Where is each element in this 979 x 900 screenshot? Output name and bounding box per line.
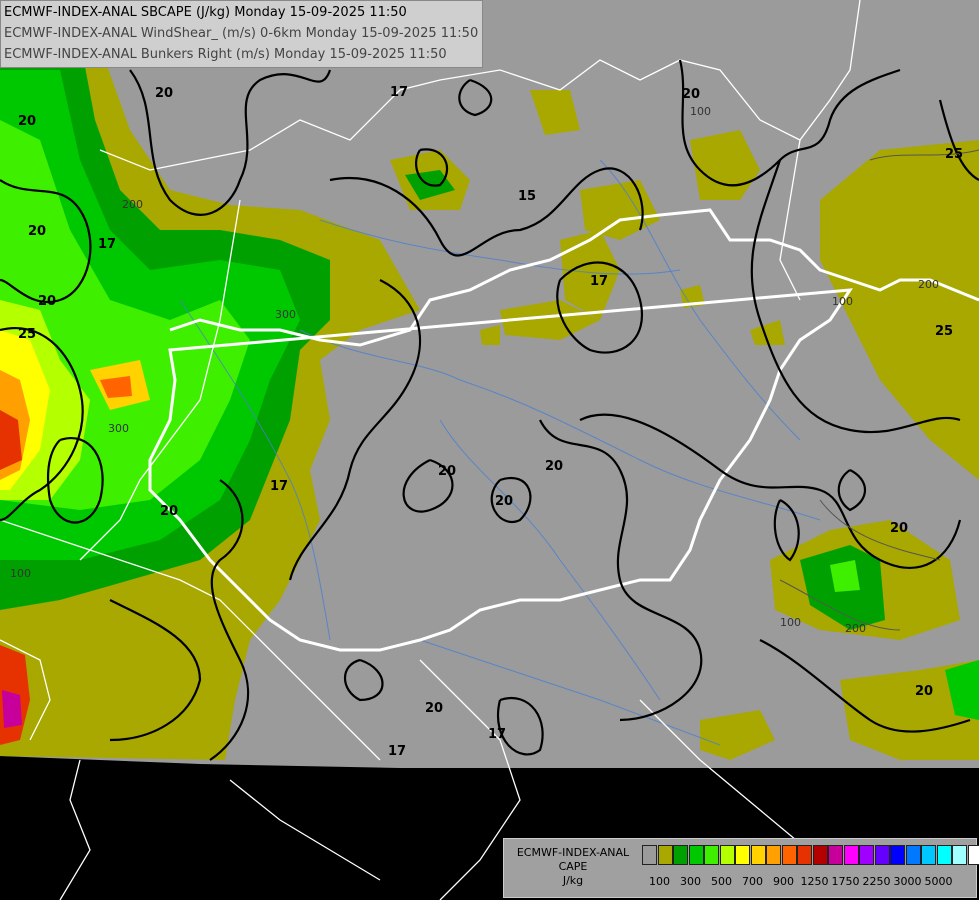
cape-legend: ECMWF-INDEX-ANAL CAPE J/kg 100 300 500 700 9…: [503, 838, 979, 898]
contour-label: 200: [845, 622, 866, 635]
contour-label: 100: [10, 567, 31, 580]
legend-label: 700: [742, 875, 763, 888]
legend-swatch: [704, 845, 719, 865]
legend-swatch: [921, 845, 936, 865]
legend-swatch: [781, 845, 797, 865]
legend-label: 3000: [893, 875, 922, 888]
legend-label: 1250: [800, 875, 829, 888]
legend-swatch: [812, 845, 828, 865]
legend-label: 1750: [831, 875, 860, 888]
contour-label: 100: [780, 616, 801, 629]
contour-label: 20: [160, 504, 178, 519]
contour-label: 20: [915, 684, 933, 699]
legend-label: 100: [649, 875, 670, 888]
contour-label: 20: [18, 114, 36, 129]
legend-swatch: [642, 845, 657, 865]
contour-label: 17: [270, 479, 288, 494]
legend-swatch: [828, 845, 843, 865]
header-line-sbcape: ECMWF-INDEX-ANAL SBCAPE (J/kg) Monday 15…: [4, 5, 407, 20]
legend-title-model: ECMWF-INDEX-ANAL: [516, 846, 630, 859]
contour-label: 17: [98, 237, 116, 252]
legend-label: 5000: [924, 875, 953, 888]
map-header: ECMWF-INDEX-ANAL SBCAPE (J/kg) Monday 15…: [0, 0, 484, 68]
legend-swatch: [750, 845, 766, 865]
legend-swatch: [952, 845, 967, 865]
legend-swatch: [905, 845, 921, 865]
contour-label: 25: [18, 327, 36, 342]
contour-label: 20: [425, 701, 443, 716]
legend-swatch: [766, 845, 781, 865]
contour-label: 100: [832, 295, 853, 308]
contour-label: 17: [388, 744, 406, 759]
legend-swatch: [967, 845, 979, 865]
contour-label: 20: [38, 294, 56, 309]
weather-map: 20 20 17 20 25 20 17 15 17 20 20 20 20 2…: [0, 0, 979, 900]
contour-label: 200: [122, 198, 143, 211]
legend-label: 900: [773, 875, 794, 888]
contour-label: 25: [935, 324, 953, 339]
legend-swatch: [936, 845, 952, 865]
legend-swatch: [673, 845, 688, 865]
legend-swatch: [874, 845, 890, 865]
contour-label: 20: [438, 464, 456, 479]
legend-swatch: [797, 845, 812, 865]
legend-swatch: [719, 845, 735, 865]
contour-label: 100: [690, 105, 711, 118]
legend-title-param: CAPE: [558, 860, 588, 873]
contour-label: 20: [495, 494, 513, 509]
legend-title-unit: J/kg: [562, 874, 584, 887]
legend-swatch: [688, 845, 704, 865]
contour-label: 17: [390, 85, 408, 100]
contour-label: 300: [108, 422, 129, 435]
header-line-windshear: ECMWF-INDEX-ANAL WindShear_ (m/s) 0-6km …: [4, 26, 479, 41]
contour-label: 20: [155, 86, 173, 101]
legend-title: ECMWF-INDEX-ANAL CAPE J/kg: [510, 846, 636, 888]
legend-swatch: [657, 845, 673, 865]
contour-label: 300: [275, 308, 296, 321]
legend-label: 500: [711, 875, 732, 888]
contour-label: 17: [488, 727, 506, 742]
legend-swatch: [843, 845, 859, 865]
legend-swatch: [735, 845, 750, 865]
legend-label: 2250: [862, 875, 891, 888]
legend-swatch: [890, 845, 905, 865]
contour-label: 25: [945, 147, 963, 162]
contour-label: 20: [545, 459, 563, 474]
contour-label: 20: [28, 224, 46, 239]
contour-label: 17: [590, 274, 608, 289]
contour-label: 20: [890, 521, 908, 536]
legend-swatch: [859, 845, 874, 865]
contour-label: 15: [518, 189, 536, 204]
legend-label: 300: [680, 875, 701, 888]
contour-label: 200: [918, 278, 939, 291]
header-line-bunkers: ECMWF-INDEX-ANAL Bunkers Right (m/s) Mon…: [4, 47, 447, 62]
contour-label: 20: [682, 87, 700, 102]
